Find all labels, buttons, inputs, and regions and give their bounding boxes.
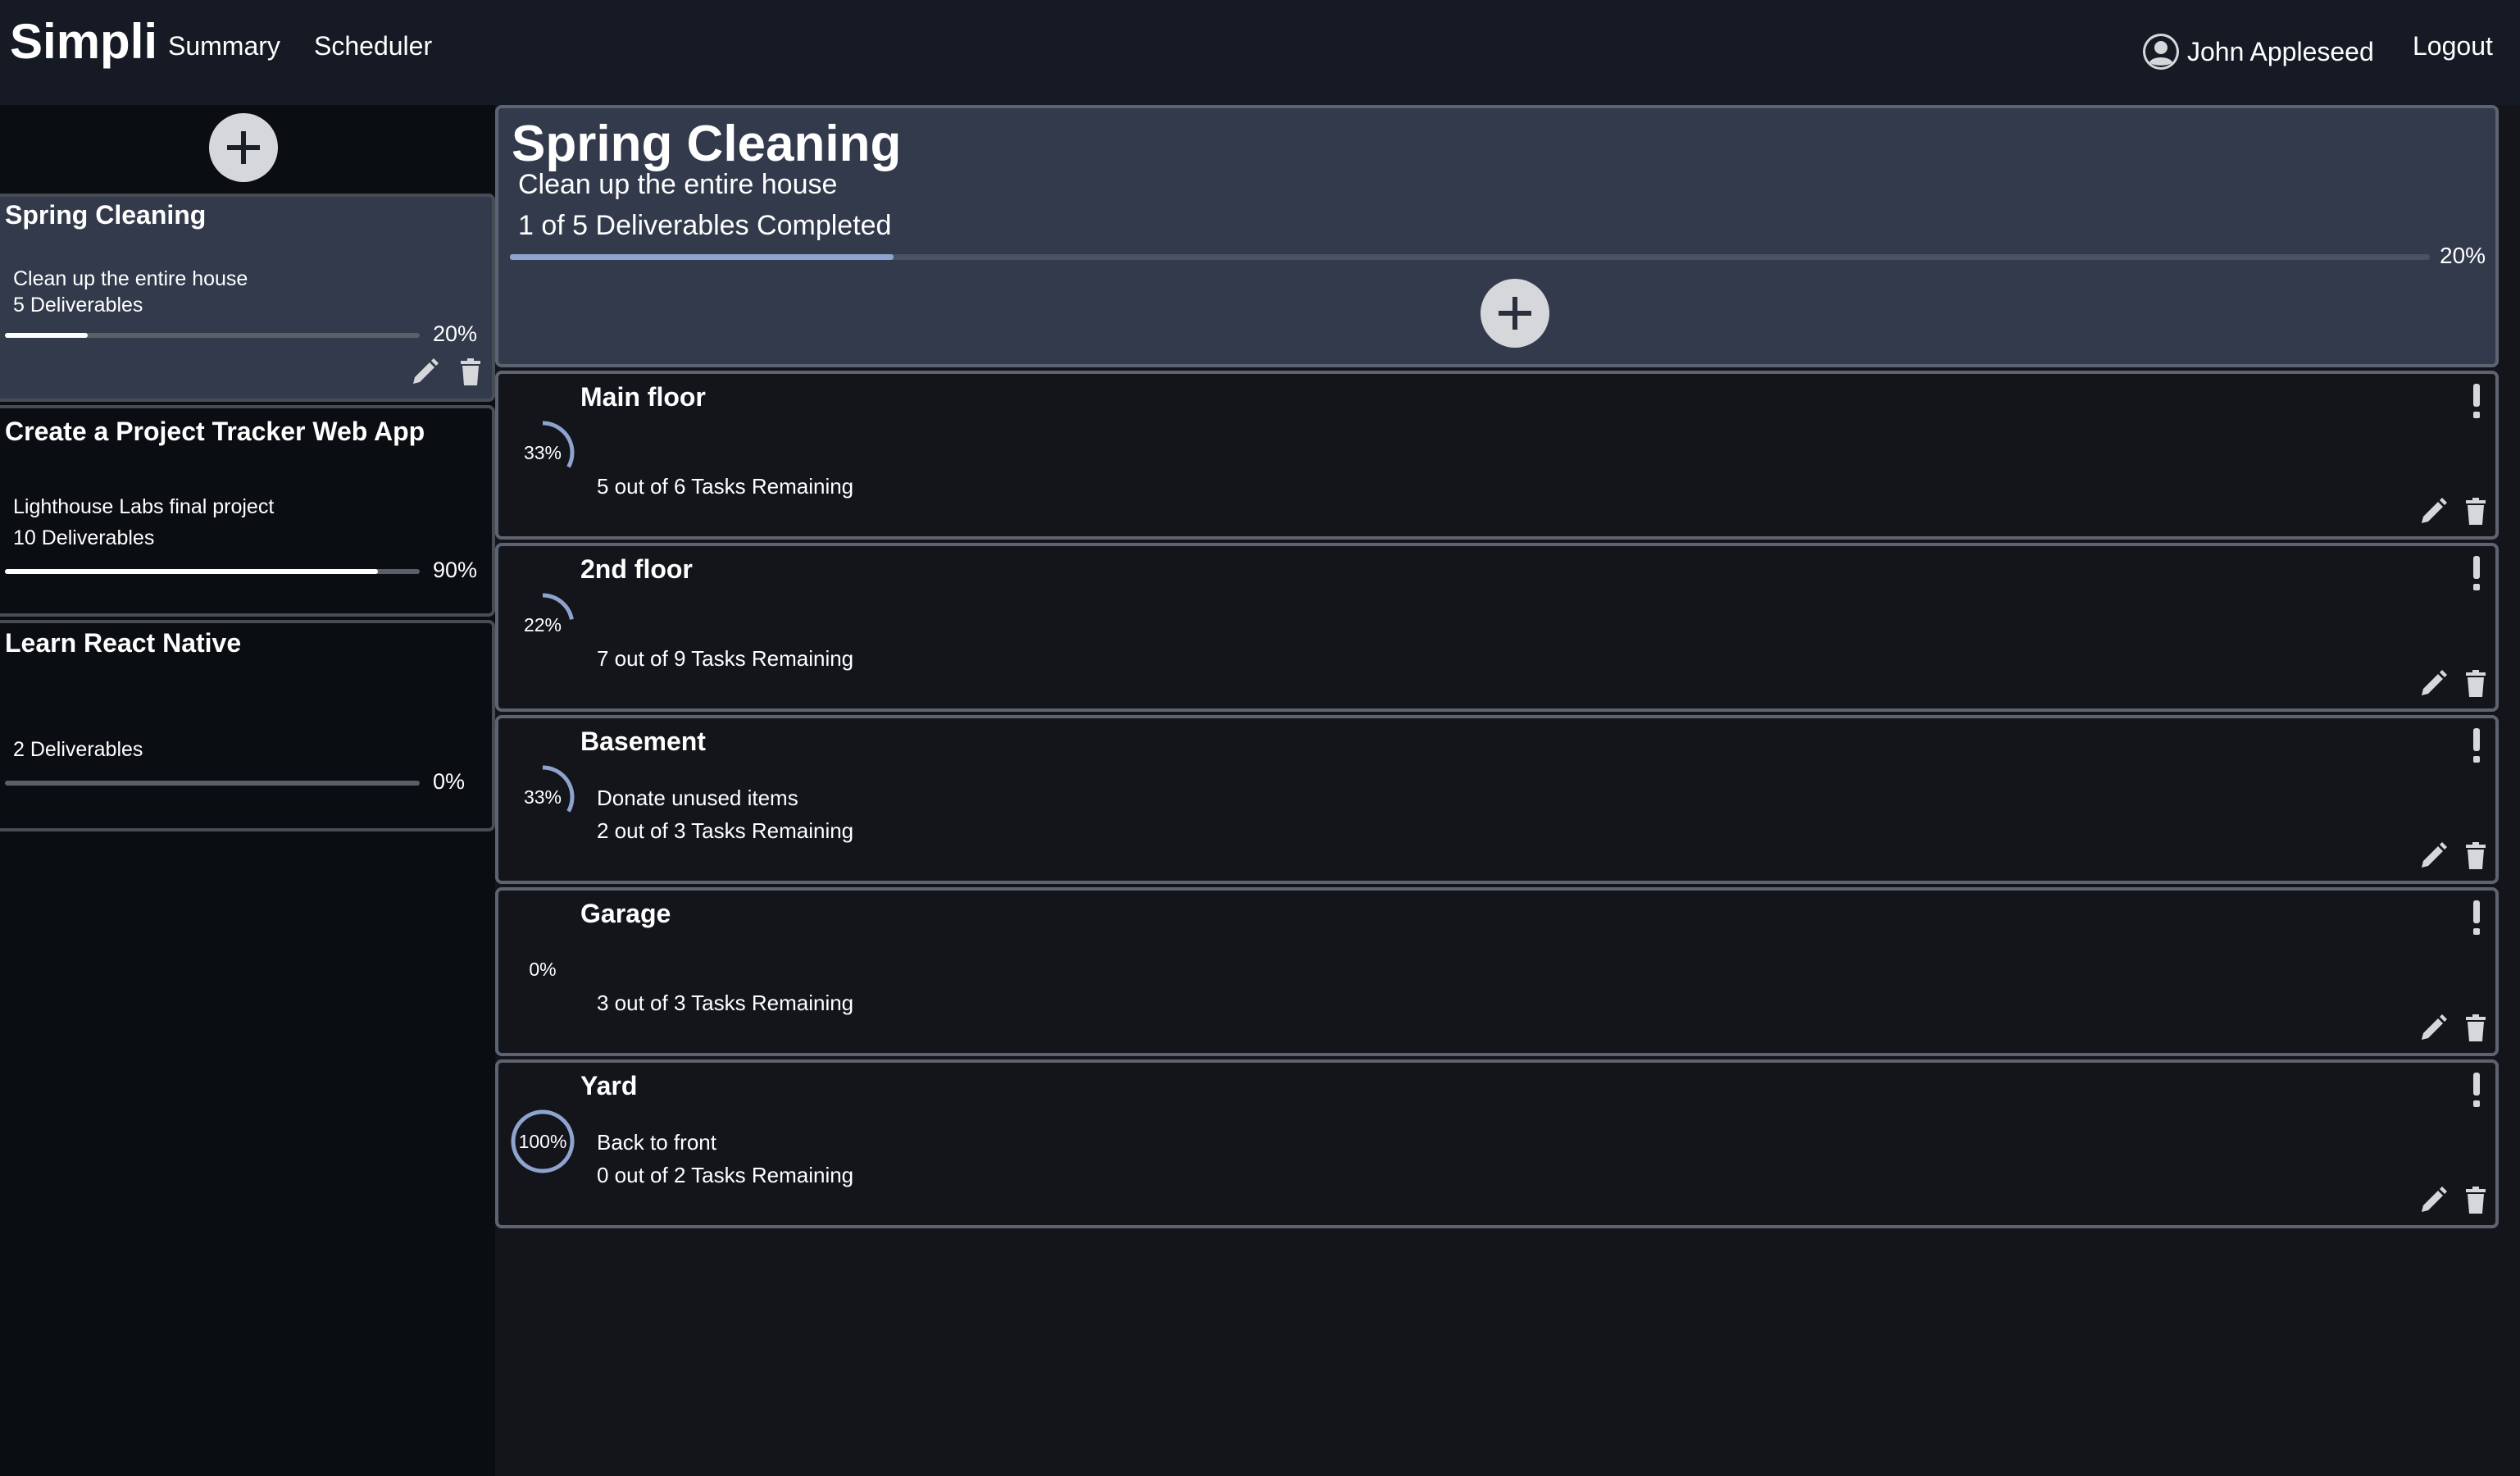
deliverable-card[interactable]: Yard 100% Back to front 0 out of 2 Tasks… [495, 1059, 2499, 1228]
priority-button[interactable] [2468, 380, 2486, 420]
pencil-icon [2422, 1187, 2447, 1212]
trash-icon [2466, 1014, 2486, 1041]
deliverable-progress-ring: 22% [507, 589, 579, 661]
deliverable-card[interactable]: Main floor 33% 5 out of 6 Tasks Remainin… [495, 371, 2499, 540]
deliverable-tasks-remaining: 5 out of 6 Tasks Remaining [597, 474, 854, 499]
project-progress-fill [5, 569, 379, 574]
trash-icon [2466, 670, 2486, 697]
project-card-description: Lighthouse Labs final project [13, 495, 275, 518]
deliverable-title: Garage [580, 899, 671, 928]
deliverable-percent: 100% [518, 1130, 567, 1152]
edit-deliverable-button[interactable] [2417, 495, 2449, 528]
delete-deliverable-button[interactable] [2459, 1184, 2492, 1217]
delete-deliverable-button[interactable] [2459, 840, 2492, 872]
edit-project-button[interactable] [408, 356, 441, 389]
deliverable-progress-ring: 33% [507, 417, 579, 489]
deliverable-percent: 22% [523, 613, 562, 636]
deliverable-progress-ring: 33% [507, 761, 579, 833]
project-card[interactable]: Create a Project Tracker Web App Lightho… [0, 405, 495, 617]
exclamation-icon [2473, 384, 2480, 418]
project-progress-bar [5, 333, 420, 338]
project-progress-fill [5, 333, 89, 338]
trash-icon [461, 358, 480, 385]
project-header: Spring Cleaning Clean up the entire hous… [495, 105, 2499, 367]
priority-button[interactable] [2468, 897, 2486, 936]
project-card-deliverables: 5 Deliverables [13, 294, 143, 317]
project-card-title: Create a Project Tracker Web App [5, 417, 425, 446]
delete-deliverable-button[interactable] [2459, 1012, 2492, 1045]
project-progress-bar [5, 781, 420, 786]
trash-icon [2466, 842, 2486, 869]
pencil-icon [2422, 498, 2447, 523]
project-card-title: Learn React Native [5, 628, 242, 658]
delete-deliverable-button[interactable] [2459, 495, 2492, 528]
project-progress-label: 20% [2440, 243, 2486, 268]
pencil-icon [2422, 670, 2447, 695]
project-progress-label: 90% [433, 558, 478, 582]
add-project-button[interactable] [209, 113, 278, 182]
pencil-icon [2422, 842, 2447, 868]
priority-button[interactable] [2468, 1069, 2486, 1109]
exclamation-icon [2473, 1073, 2480, 1107]
deliverable-title: Basement [580, 727, 706, 756]
project-card-title: Spring Cleaning [5, 200, 207, 230]
delete-deliverable-button[interactable] [2459, 667, 2492, 700]
trash-icon [2466, 498, 2486, 525]
brand-logo[interactable]: Simpli [10, 13, 157, 70]
deliverable-card[interactable]: 2nd floor 22% 7 out of 9 Tasks Remaining [495, 543, 2499, 712]
exclamation-icon [2473, 556, 2480, 590]
project-progress-label: 20% [433, 321, 478, 346]
priority-button[interactable] [2468, 725, 2486, 764]
deliverable-tasks-remaining: 3 out of 3 Tasks Remaining [597, 991, 854, 1015]
project-card[interactable]: Learn React Native 2 Deliverables 0% [0, 620, 495, 831]
pencil-icon [2422, 1014, 2447, 1040]
deliverable-description: Back to front [597, 1130, 716, 1155]
user-profile[interactable]: John Appleseed [2141, 31, 2374, 72]
deliverable-card[interactable]: Basement 33% Donate unused items 2 out o… [495, 715, 2499, 884]
top-navbar: Simpli Summary Scheduler John Appleseed … [0, 0, 2520, 105]
project-card-deliverables: 10 Deliverables [13, 526, 155, 549]
deliverable-progress-ring: 100% [507, 1105, 579, 1178]
delete-project-button[interactable] [454, 356, 487, 389]
deliverable-tasks-remaining: 2 out of 3 Tasks Remaining [597, 818, 854, 843]
edit-deliverable-button[interactable] [2417, 1184, 2449, 1217]
deliverable-title: 2nd floor [580, 554, 693, 584]
deliverable-card[interactable]: Garage 0% 3 out of 3 Tasks Remaining [495, 887, 2499, 1056]
logout-link[interactable]: Logout [2413, 31, 2493, 61]
project-description: Clean up the entire house [518, 169, 838, 200]
deliverable-progress-ring: 0% [507, 933, 579, 1005]
deliverable-description: Donate unused items [597, 786, 798, 810]
deliverable-percent: 33% [523, 441, 562, 463]
project-progress-bar [510, 254, 2430, 260]
user-name: John Appleseed [2187, 36, 2374, 66]
nav-summary-link[interactable]: Summary [168, 31, 280, 61]
project-card-deliverables: 2 Deliverables [13, 738, 143, 761]
add-deliverable-button[interactable] [1481, 279, 1549, 348]
plus-icon [227, 131, 260, 164]
deliverable-percent: 33% [523, 786, 562, 808]
project-progress-bar [5, 569, 420, 574]
project-card-description: Clean up the entire house [13, 267, 248, 290]
plus-icon [1499, 297, 1531, 330]
edit-deliverable-button[interactable] [2417, 840, 2449, 872]
trash-icon [2466, 1187, 2486, 1214]
deliverable-tasks-remaining: 0 out of 2 Tasks Remaining [597, 1163, 854, 1187]
project-title: Spring Cleaning [512, 116, 902, 172]
deliverable-title: Main floor [580, 382, 706, 412]
nav-scheduler-link[interactable]: Scheduler [314, 31, 432, 61]
priority-button[interactable] [2468, 553, 2486, 592]
deliverable-percent: 0% [529, 958, 557, 980]
project-progress-fill [510, 254, 894, 260]
edit-deliverable-button[interactable] [2417, 1012, 2449, 1045]
user-circle-icon [2141, 32, 2181, 71]
deliverable-title: Yard [580, 1071, 638, 1100]
deliverables-completed: 1 of 5 Deliverables Completed [518, 210, 892, 241]
deliverable-tasks-remaining: 7 out of 9 Tasks Remaining [597, 646, 854, 671]
project-progress-label: 0% [433, 769, 466, 794]
exclamation-icon [2473, 900, 2480, 935]
edit-deliverable-button[interactable] [2417, 667, 2449, 700]
project-card[interactable]: Spring Cleaning Clean up the entire hous… [0, 194, 495, 402]
pencil-icon [413, 358, 439, 384]
exclamation-icon [2473, 728, 2480, 763]
